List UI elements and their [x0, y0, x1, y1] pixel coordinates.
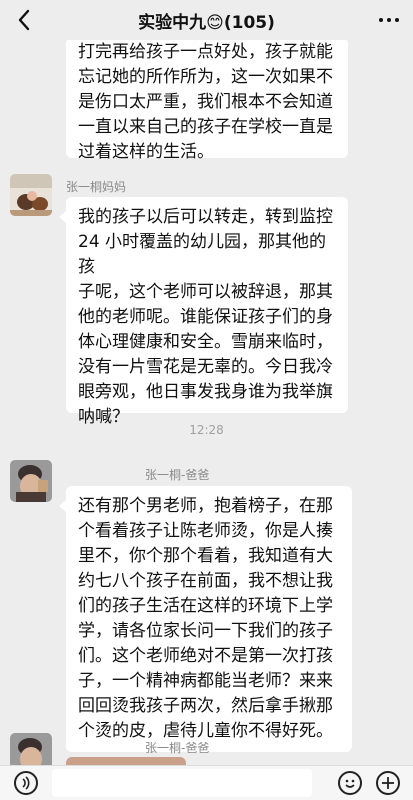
message-bubble[interactable]: 还有那个男老师，抱着榜子，在那 个看着孩子让陈老师烫，你是人揍 里不，你个那个看… — [59, 486, 352, 752]
chat-title: 实验中九😊(105) — [138, 12, 275, 33]
more-dots-icon — [379, 18, 383, 22]
message-list[interactable]: 打完再给孩子一点好处，孩子就能 忘记她的所作所为，这一次如果不 是伤口太严重，我… — [0, 40, 413, 765]
voice-icon[interactable] — [14, 771, 38, 795]
message-bubble[interactable]: 打完再给孩子一点好处，孩子就能 忘记她的所作所为，这一次如果不 是伤口太严重，我… — [66, 40, 348, 162]
message-bubble[interactable]: 我的孩子以后可以转走，转到监控 24 小时覆盖的幼儿园，那其他的孩 子呢，这个老… — [59, 197, 348, 427]
input-bar — [0, 765, 413, 800]
avatar[interactable] — [10, 733, 52, 765]
plus-icon[interactable] — [376, 771, 400, 795]
chevron-left-icon — [18, 9, 30, 31]
image-message[interactable] — [66, 757, 186, 765]
sender-name: 张一桐-爸爸 — [145, 741, 210, 755]
sender-name: 张一桐-爸爸 — [145, 468, 210, 482]
timestamp: 12:28 — [189, 423, 224, 437]
avatar[interactable] — [10, 460, 52, 502]
chat-header: 实验中九😊(105) — [0, 0, 413, 40]
message-input[interactable] — [52, 769, 312, 797]
emoji-icon[interactable] — [338, 771, 362, 795]
sender-name: 张一桐妈妈 — [66, 180, 127, 194]
avatar[interactable] — [10, 174, 52, 216]
more-button[interactable] — [375, 8, 403, 32]
back-button[interactable] — [10, 6, 38, 34]
